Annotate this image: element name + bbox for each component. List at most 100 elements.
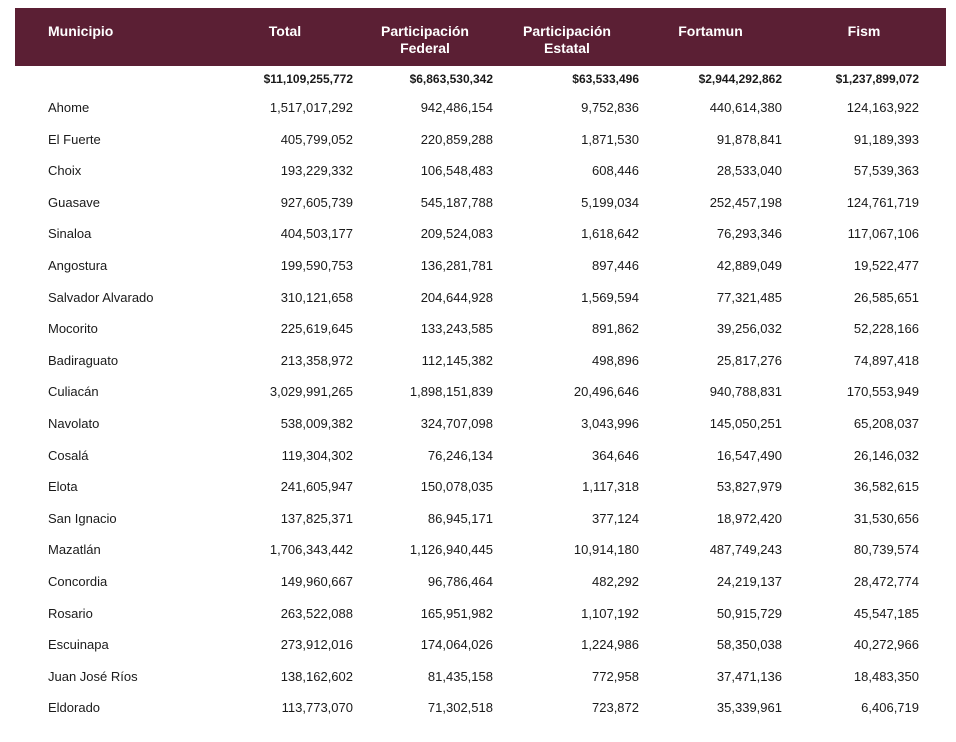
table-row: Angostura 199,590,753 136,281,781 897,446 42… bbox=[15, 255, 946, 287]
total-sum-cell: $11,109,255,772 bbox=[263, 72, 353, 86]
total-cell: 404,503,177 bbox=[280, 226, 353, 242]
fism-cell: 18,483,350 bbox=[853, 668, 919, 684]
municipio-cell: Elota bbox=[48, 479, 78, 495]
total-cell: 113,773,070 bbox=[281, 700, 353, 716]
participacion-estatal-cell: 1,224,986 bbox=[581, 637, 639, 653]
participacion-federal-cell: 209,524,083 bbox=[420, 226, 493, 242]
participacion-federal-cell: 96,786,464 bbox=[427, 573, 493, 589]
fism-cell: 26,585,651 bbox=[853, 289, 919, 305]
fortamun-cell: 28,533,040 bbox=[716, 163, 782, 179]
fortamun-cell: 25,817,276 bbox=[716, 352, 782, 368]
fism-cell: 45,547,185 bbox=[853, 605, 919, 621]
municipio-cell: Rosario bbox=[48, 605, 93, 621]
participacion-federal-cell: 76,246,134 bbox=[427, 447, 493, 463]
table-row: Escuinapa 273,912,016 174,064,026 1,224,986… bbox=[15, 634, 946, 666]
participacion-federal-cell: 71,302,518 bbox=[427, 700, 493, 716]
participacion-federal-cell: 220,859,288 bbox=[420, 131, 493, 147]
participacion-federal-cell: 545,187,788 bbox=[420, 194, 493, 210]
fism-cell: 6,406,719 bbox=[861, 700, 919, 716]
total-cell: 1,706,343,442 bbox=[269, 542, 353, 558]
table-row: Culiacán 3,029,991,265 1,898,151,839 20,496… bbox=[15, 381, 946, 413]
municipio-cell: Guasave bbox=[48, 194, 101, 210]
total-cell: 273,912,016 bbox=[280, 637, 353, 653]
municipio-cell: El Fuerte bbox=[48, 131, 101, 147]
header-participacion-federal: Participación Federal bbox=[381, 23, 469, 56]
participacion-estatal-cell: 1,871,530 bbox=[581, 131, 639, 147]
fism-cell: 40,272,966 bbox=[853, 637, 919, 653]
total-cell: 405,799,052 bbox=[280, 131, 353, 147]
table-body: $11,109,255,772 $6,863,530,342 $63,533,4… bbox=[15, 66, 946, 729]
fortamun-cell: 145,050,251 bbox=[709, 415, 782, 431]
municipio-cell: Concordia bbox=[48, 573, 108, 589]
municipio-cell: Angostura bbox=[48, 257, 108, 273]
municipio-cell: Juan José Ríos bbox=[48, 668, 138, 684]
municipio-cell: Mazatlán bbox=[48, 542, 101, 558]
municipio-cell: Badiraguato bbox=[48, 352, 119, 368]
participacion-federal-cell: 1,898,151,839 bbox=[409, 384, 493, 400]
municipio-cell: Salvador Alvarado bbox=[48, 289, 154, 305]
participacion-federal-cell: 1,126,940,445 bbox=[409, 542, 493, 558]
participacion-federal-cell: 106,548,483 bbox=[420, 163, 493, 179]
participacion-estatal-cell: 1,569,594 bbox=[581, 289, 639, 305]
fortamun-cell: 50,915,729 bbox=[716, 605, 782, 621]
header-total: Total bbox=[268, 23, 302, 39]
fism-cell: 65,208,037 bbox=[853, 415, 919, 431]
fortamun-cell: 77,321,485 bbox=[716, 289, 782, 305]
fism-cell: 19,522,477 bbox=[853, 257, 919, 273]
participacion-estatal-cell: 897,446 bbox=[592, 257, 639, 273]
fism-cell: 91,189,393 bbox=[853, 131, 919, 147]
participacion-estatal-cell: 1,618,642 bbox=[581, 226, 639, 242]
municipio-cell: Choix bbox=[48, 163, 82, 179]
fortamun-cell: 53,827,979 bbox=[716, 479, 782, 495]
municipio-cell: Eldorado bbox=[48, 700, 101, 716]
fortamun-cell: 35,339,961 bbox=[716, 700, 782, 716]
participacion-federal-cell: 942,486,154 bbox=[420, 100, 493, 115]
fism-cell: 124,163,922 bbox=[846, 100, 919, 115]
total-cell: 538,009,382 bbox=[280, 415, 353, 431]
table-row: Concordia 149,960,667 96,786,464 482,292 24,… bbox=[15, 571, 946, 603]
municipio-cell: Mocorito bbox=[48, 321, 98, 337]
total-cell: 263,522,088 bbox=[280, 605, 353, 621]
participacion-estatal-cell: 608,446 bbox=[592, 163, 639, 179]
municipio-cell: Escuinapa bbox=[48, 637, 109, 653]
fortamun-cell: 39,256,032 bbox=[716, 321, 782, 337]
municipal-funds-table: Municipio Total Participación Federal Pa… bbox=[15, 8, 946, 729]
fism-cell: 52,228,166 bbox=[853, 321, 919, 337]
fism-cell: 31,530,656 bbox=[853, 510, 919, 526]
fortamun-cell: 487,749,243 bbox=[709, 542, 782, 558]
total-cell: 310,121,658 bbox=[280, 289, 353, 305]
total-cell: 241,605,947 bbox=[280, 479, 353, 495]
participacion-estatal-cell: 1,107,192 bbox=[581, 605, 639, 621]
fortamun-cell: 42,889,049 bbox=[716, 257, 782, 273]
table-row: Eldorado 113,773,070 71,302,518 723,872 35,3… bbox=[15, 697, 946, 729]
municipio-cell: San Ignacio bbox=[48, 510, 117, 526]
participacion-estatal-cell: 1,117,318 bbox=[582, 479, 639, 495]
header-fortamun: Fortamun bbox=[678, 23, 743, 39]
participacion-estatal-cell: 482,292 bbox=[592, 573, 639, 589]
participacion-federal-cell: 174,064,026 bbox=[420, 637, 493, 653]
participacion-federal-cell: 136,281,781 bbox=[420, 257, 493, 273]
table-row: Ahome 1,517,017,292 942,486,154 9,752,836 44… bbox=[15, 97, 946, 129]
table-row: Juan José Ríos 138,162,602 81,435,158 772,9… bbox=[15, 666, 946, 698]
municipio-cell: Sinaloa bbox=[48, 226, 92, 242]
total-cell: 199,590,753 bbox=[280, 257, 353, 273]
fism-cell: 74,897,418 bbox=[853, 352, 919, 368]
fism-cell: 26,146,032 bbox=[853, 447, 919, 463]
participacion-federal-cell: 150,078,035 bbox=[420, 479, 493, 495]
participacion-estatal-cell: 10,914,180 bbox=[573, 542, 639, 558]
table-row: Mocorito 225,619,645 133,243,585 891,862 39,… bbox=[15, 318, 946, 350]
fortamun-sum-cell: $2,944,292,862 bbox=[698, 72, 782, 86]
participacion-estatal-cell: 20,496,646 bbox=[573, 384, 639, 400]
table-row: Mazatlán 1,706,343,442 1,126,940,445 10,914… bbox=[15, 539, 946, 571]
total-cell: 119,304,302 bbox=[281, 447, 353, 463]
header-fism: Fism bbox=[847, 23, 881, 39]
fortamun-cell: 18,972,420 bbox=[716, 510, 782, 526]
total-cell: 138,162,602 bbox=[280, 668, 353, 684]
header-participacion-estatal: Participación Estatal bbox=[523, 23, 611, 56]
fism-cell: 124,761,719 bbox=[846, 194, 919, 210]
fortamun-cell: 91,878,841 bbox=[716, 131, 782, 147]
totals-label-cell bbox=[15, 66, 215, 97]
totals-row: $11,109,255,772 $6,863,530,342 $63,533,4… bbox=[15, 66, 946, 97]
table-row: Navolato 538,009,382 324,707,098 3,043,996 1… bbox=[15, 413, 946, 445]
fism-sum-cell: $1,237,899,072 bbox=[835, 72, 919, 86]
